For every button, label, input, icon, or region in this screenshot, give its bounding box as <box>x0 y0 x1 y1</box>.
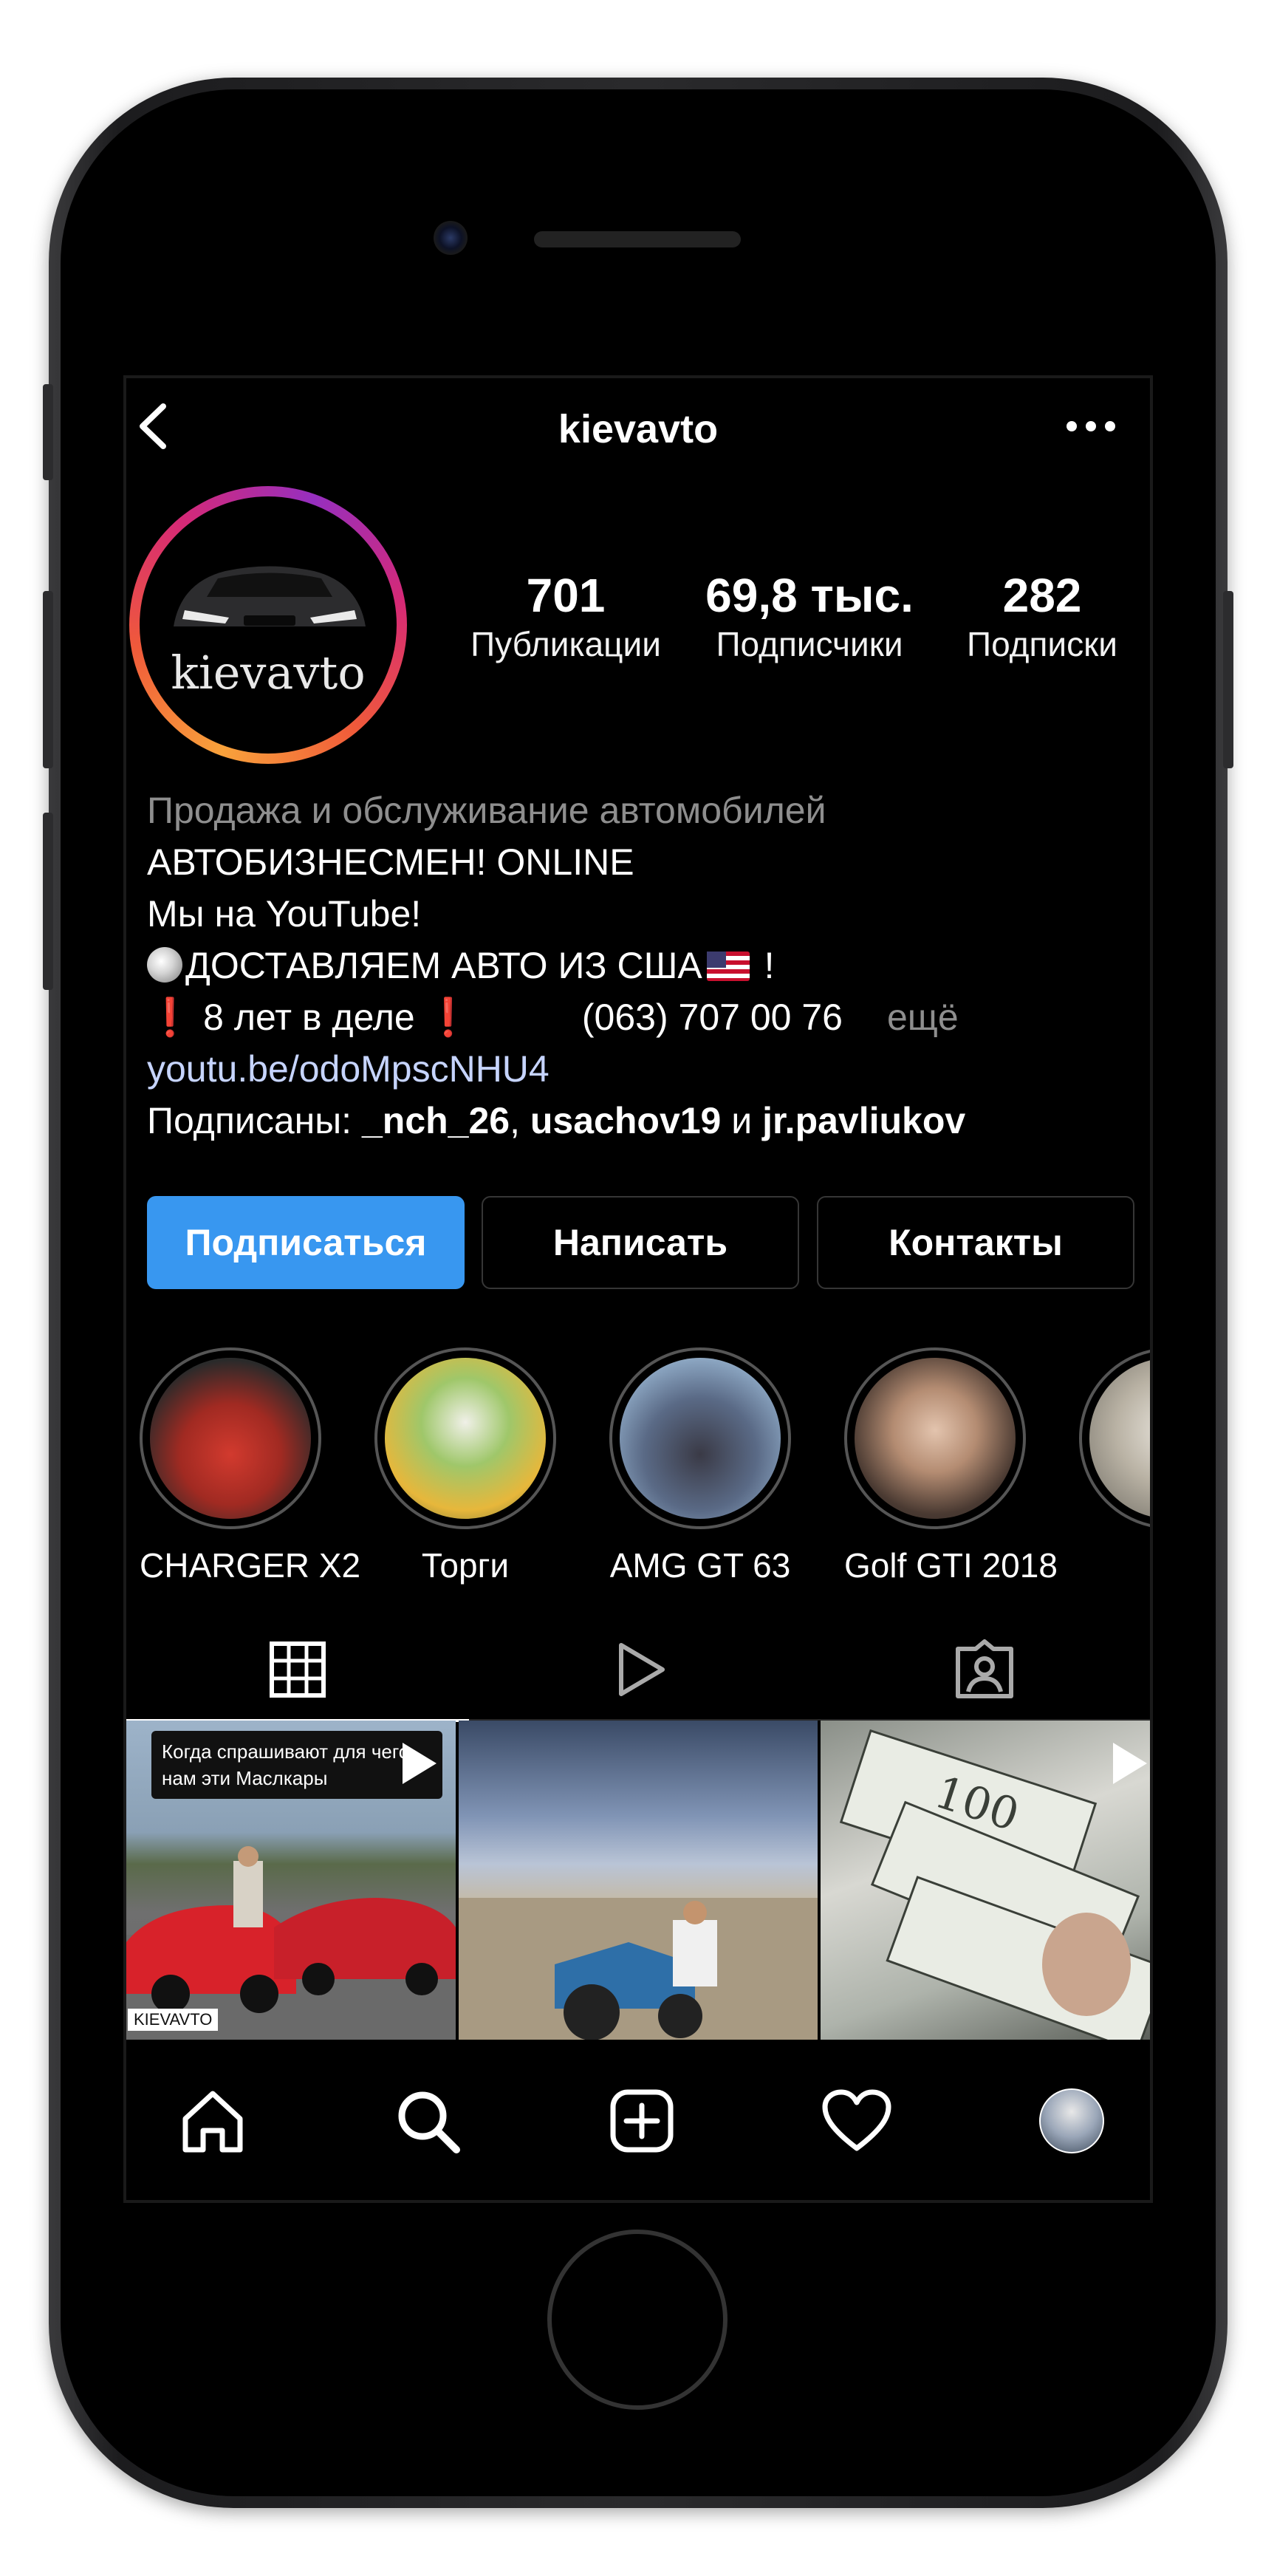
profile-bio: Продажа и обслуживание автомобилей АВТОБ… <box>147 785 1137 1147</box>
followed-by-user[interactable]: _nch_26 <box>362 1100 510 1141</box>
stat-value: 701 <box>526 569 606 622</box>
bio-line: ДОСТАВЛЯЕМ АВТО ИЗ США ! <box>147 940 1137 991</box>
post-thumbnail[interactable]: Когда спрашивают для чего нам эти Маслка… <box>126 1721 456 2040</box>
highlight-thumbnail <box>385 1358 546 1519</box>
profile-username: kievavto <box>558 407 719 451</box>
us-flag-emoji-icon <box>706 952 750 981</box>
video-play-icon <box>1113 1743 1147 1784</box>
highlight-label: AMG GT 63 <box>609 1546 791 1585</box>
tab-posts[interactable] <box>126 1619 469 1722</box>
earpiece-speaker <box>534 231 741 247</box>
volume-up-button <box>43 591 53 768</box>
bio-text: ! <box>753 945 775 986</box>
bio-line: ❗ 8 лет в деле ❗ (063) 707 00 76 ещё <box>147 991 1137 1043</box>
contacts-button[interactable]: Контакты <box>817 1196 1134 1289</box>
tractor-landscape-image <box>459 1898 818 2040</box>
highlight-thumbnail <box>855 1358 1016 1519</box>
followed-by-user[interactable]: jr.pavliukov <box>762 1100 965 1141</box>
new-post-tab[interactable] <box>601 2080 682 2162</box>
tagged-person-icon <box>956 1639 1013 1698</box>
front-camera <box>434 221 468 255</box>
highlight-ring <box>1079 1347 1150 1529</box>
avatar-logo-text: kievavto <box>171 646 366 700</box>
highlight-thumbnail <box>620 1358 781 1519</box>
story-highlight[interactable]: Торги <box>374 1347 556 1585</box>
story-highlight[interactable] <box>1079 1347 1150 1545</box>
tab-tagged[interactable] <box>813 1619 1150 1719</box>
search-icon <box>398 2091 460 2153</box>
bio-text: 8 лет в деле <box>193 997 425 1038</box>
exclamation-emoji-icon: ❗ <box>147 997 194 1038</box>
profile-tab[interactable] <box>1031 2080 1112 2162</box>
post-thumbnail[interactable]: 100 <box>821 1721 1150 2040</box>
white-circle-emoji-icon <box>147 947 182 983</box>
bio-more-link[interactable]: ещё <box>887 997 959 1038</box>
bio-phone[interactable]: (063) 707 00 76 <box>582 997 843 1038</box>
bio-line: АВТОБИЗНЕСМЕН! ONLINE <box>147 841 634 883</box>
highlight-thumbnail <box>150 1358 311 1519</box>
more-options-icon[interactable] <box>1061 408 1120 445</box>
stat-value: 69,8 тыс. <box>705 569 914 622</box>
story-highlight[interactable]: AMG GT 63 <box>609 1347 791 1585</box>
profile-avatar-icon <box>1039 2088 1104 2153</box>
message-button[interactable]: Написать <box>482 1196 799 1289</box>
top-navigation: kievavto <box>126 378 1150 474</box>
power-button <box>1223 591 1233 768</box>
heart-icon <box>822 2089 891 2151</box>
followed-by-separator: , <box>510 1100 530 1141</box>
license-plate: KIEVAVTO <box>128 2009 219 2031</box>
highlight-label: Торги <box>421 1546 510 1585</box>
profile-tabs <box>126 1619 1150 1722</box>
highlight-ring <box>844 1347 1026 1529</box>
highlight-thumbnail <box>1089 1358 1150 1519</box>
grid-icon <box>270 1641 326 1698</box>
followed-by-prefix: Подписаны: <box>147 1100 362 1141</box>
car-front-icon <box>174 566 366 626</box>
instagram-profile-screen: kievavto kievavto 701 Публикации 69,8 ты… <box>123 375 1153 2203</box>
activity-tab[interactable] <box>816 2080 897 2162</box>
bio-text: ДОСТАВЛЯЕМ АВТО ИЗ США <box>185 945 702 986</box>
bio-website-link[interactable]: youtu.be/odoMpscNHU4 <box>147 1043 1137 1095</box>
highlight-ring <box>140 1347 321 1529</box>
home-button[interactable] <box>547 2230 727 2410</box>
highlight-ring <box>609 1347 791 1529</box>
story-ring[interactable]: kievavto <box>129 486 407 764</box>
volume-down-button <box>43 813 53 990</box>
highlight-label: CHARGER X2 <box>140 1546 361 1585</box>
posts-grid: Когда спрашивают для чего нам эти Маслка… <box>126 1721 1150 2040</box>
post-caption-overlay: Когда спрашивают для чего нам эти Маслка… <box>151 1731 442 1799</box>
following-count[interactable]: 282 Подписки <box>935 569 1149 666</box>
bio-line: Мы на YouTube! <box>147 893 422 935</box>
stat-value: 282 <box>1002 569 1082 622</box>
story-highlight[interactable]: Golf GTI 2018 <box>844 1347 1058 1585</box>
post-thumbnail[interactable] <box>459 1721 818 2040</box>
bio-category: Продажа и обслуживание автомобилей <box>147 790 826 831</box>
highlight-label: Golf GTI 2018 <box>844 1546 1058 1585</box>
stat-label: Публикации <box>470 625 661 663</box>
stat-label: Подписки <box>967 625 1117 663</box>
followers-count[interactable]: 69,8 тыс. Подписчики <box>688 569 931 666</box>
bottom-tab-bar <box>126 2040 1150 2200</box>
home-tab[interactable] <box>172 2080 253 2162</box>
follow-button[interactable]: Подписаться <box>147 1196 465 1289</box>
mute-switch <box>43 384 53 480</box>
search-tab[interactable] <box>387 2080 468 2162</box>
highlight-ring <box>374 1347 556 1529</box>
add-post-icon <box>610 2089 674 2153</box>
followed-by-user[interactable]: usachov19 <box>530 1100 721 1141</box>
followed-by-separator: и <box>721 1100 763 1141</box>
reels-play-icon <box>619 1642 665 1696</box>
exclamation-emoji-icon: ❗ <box>425 997 471 1038</box>
stat-label: Подписчики <box>716 625 903 663</box>
tab-reels[interactable] <box>470 1619 812 1719</box>
dollar-bills-image: 100 <box>839 1729 1150 2040</box>
followed-by[interactable]: Подписаны: _nch_26, usachov19 и jr.pavli… <box>147 1095 1137 1147</box>
posts-count[interactable]: 701 Публикации <box>455 569 677 666</box>
home-icon <box>182 2091 243 2153</box>
video-play-icon <box>403 1743 436 1784</box>
avatar[interactable]: kievavto <box>140 496 397 754</box>
story-highlight[interactable]: CHARGER X2 <box>140 1347 361 1585</box>
